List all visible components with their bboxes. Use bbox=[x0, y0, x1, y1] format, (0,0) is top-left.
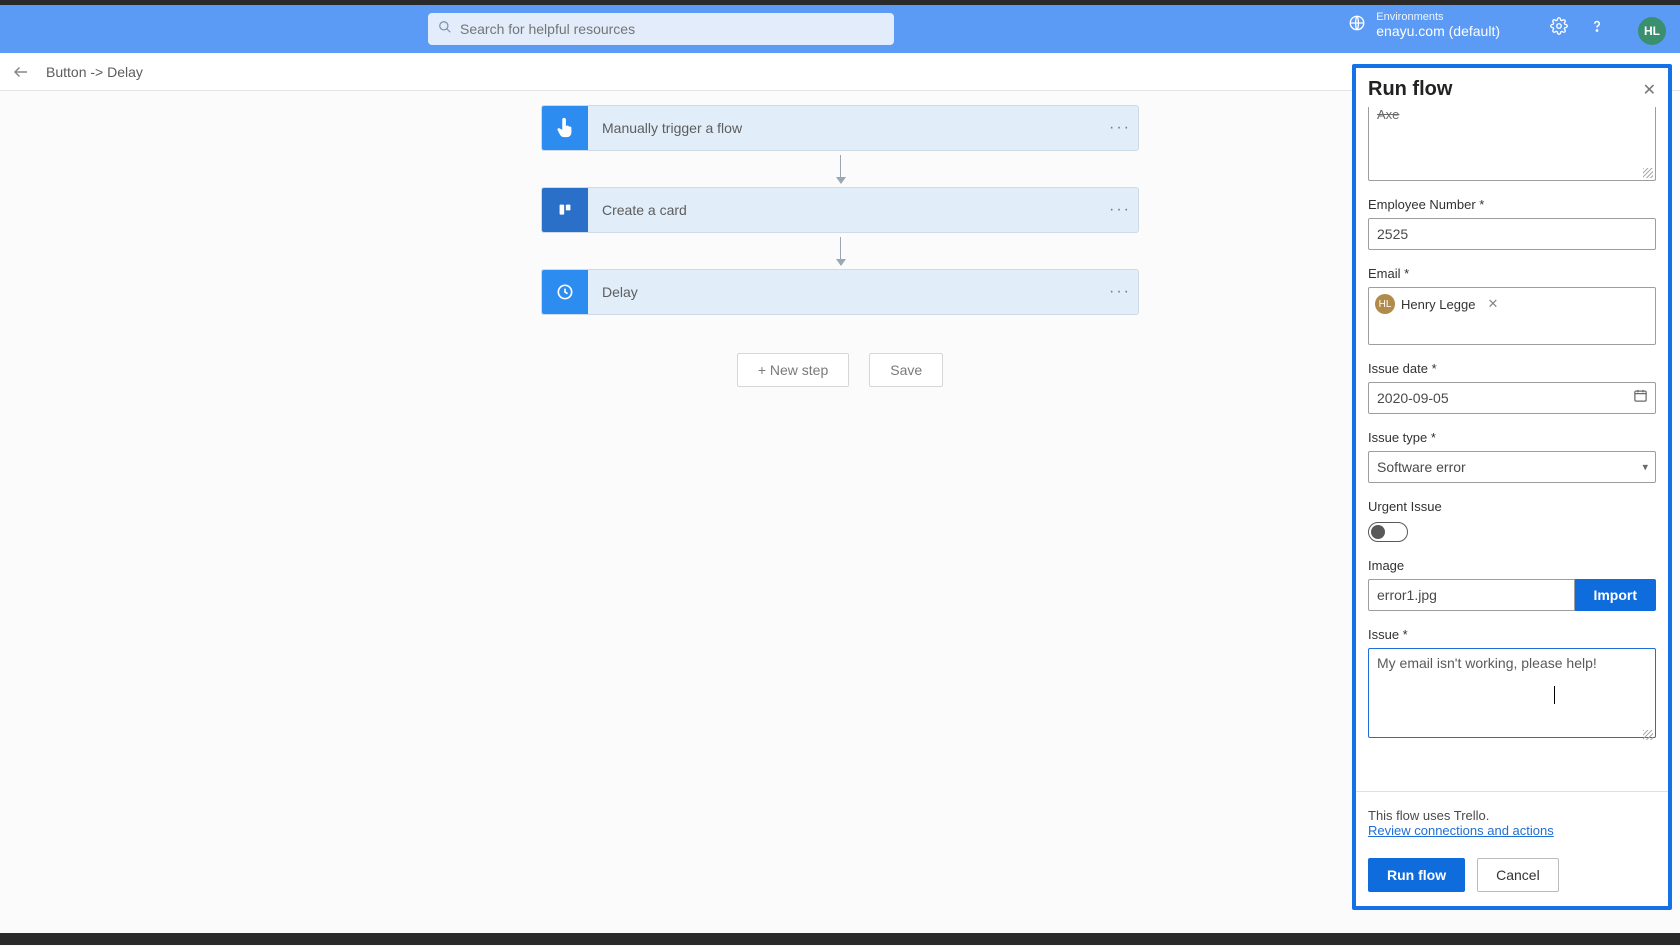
chip-remove-icon[interactable]: ✕ bbox=[1487, 296, 1498, 312]
name-field-partial[interactable]: Axe bbox=[1368, 107, 1656, 181]
global-search[interactable] bbox=[428, 13, 894, 45]
footer-note-text: This flow uses Trello. bbox=[1368, 808, 1489, 823]
search-icon bbox=[438, 20, 452, 39]
back-arrow-icon[interactable] bbox=[12, 63, 30, 81]
chip-avatar: HL bbox=[1375, 294, 1395, 314]
flow-step-delay[interactable]: Delay ··· bbox=[541, 269, 1139, 315]
flow-step-label: Manually trigger a flow bbox=[588, 120, 1102, 136]
run-flow-button[interactable]: Run flow bbox=[1368, 858, 1465, 892]
step-menu-icon[interactable]: ··· bbox=[1102, 283, 1138, 301]
environment-label: Environments bbox=[1376, 11, 1500, 23]
step-menu-icon[interactable]: ··· bbox=[1102, 201, 1138, 219]
panel-title: Run flow bbox=[1368, 78, 1452, 101]
panel-footer-note: This flow uses Trello. Review connection… bbox=[1356, 791, 1668, 848]
email-label: Email * bbox=[1368, 266, 1656, 281]
image-input[interactable] bbox=[1368, 579, 1575, 611]
resize-grip-icon[interactable] bbox=[1643, 168, 1653, 178]
people-chip: HL Henry Legge ✕ bbox=[1375, 294, 1498, 314]
flow-arrow-icon bbox=[840, 237, 841, 265]
trello-icon bbox=[542, 187, 588, 233]
new-step-button[interactable]: + New step bbox=[737, 353, 849, 387]
flow-step-label: Delay bbox=[588, 284, 1102, 300]
flow-step-create-card[interactable]: Create a card ··· bbox=[541, 187, 1139, 233]
flow-step-trigger[interactable]: Manually trigger a flow ··· bbox=[541, 105, 1139, 151]
employee-number-label: Employee Number * bbox=[1368, 197, 1656, 212]
employee-number-input[interactable] bbox=[1368, 218, 1656, 250]
environment-picker[interactable]: Environments enayu.com (default) bbox=[1348, 11, 1500, 39]
resize-grip-icon[interactable] bbox=[1643, 730, 1653, 740]
review-connections-link[interactable]: Review connections and actions bbox=[1368, 823, 1554, 838]
issue-date-input[interactable] bbox=[1368, 382, 1656, 414]
close-icon[interactable]: ✕ bbox=[1643, 80, 1656, 100]
settings-icon[interactable] bbox=[1550, 17, 1568, 40]
environment-icon bbox=[1348, 14, 1366, 37]
user-avatar[interactable]: HL bbox=[1638, 17, 1666, 45]
chevron-down-icon[interactable]: ▾ bbox=[1642, 461, 1648, 474]
help-icon[interactable] bbox=[1588, 17, 1606, 40]
email-people-picker[interactable]: HL Henry Legge ✕ bbox=[1368, 287, 1656, 345]
app-header: Environments enayu.com (default) HL bbox=[0, 5, 1680, 53]
environment-value: enayu.com (default) bbox=[1376, 23, 1500, 39]
image-label: Image bbox=[1368, 558, 1656, 573]
bottom-bar bbox=[0, 933, 1680, 945]
flow-step-label: Create a card bbox=[588, 202, 1102, 218]
urgent-toggle[interactable] bbox=[1368, 522, 1408, 542]
name-field-value: Axe bbox=[1377, 107, 1399, 122]
run-flow-panel: Run flow ✕ Axe Employee Number * Email *… bbox=[1352, 64, 1672, 910]
step-menu-icon[interactable]: ··· bbox=[1102, 119, 1138, 137]
toggle-knob bbox=[1371, 525, 1385, 539]
text-cursor bbox=[1554, 686, 1555, 704]
chip-name: Henry Legge bbox=[1401, 297, 1475, 312]
cancel-button[interactable]: Cancel bbox=[1477, 858, 1559, 892]
save-button[interactable]: Save bbox=[869, 353, 943, 387]
import-button[interactable]: Import bbox=[1575, 579, 1656, 611]
clock-icon bbox=[542, 269, 588, 315]
breadcrumb-text: Button -> Delay bbox=[46, 64, 143, 80]
issue-label: Issue * bbox=[1368, 627, 1656, 642]
issue-textarea[interactable] bbox=[1368, 648, 1656, 738]
urgent-label: Urgent Issue bbox=[1368, 499, 1656, 514]
issue-date-label: Issue date * bbox=[1368, 361, 1656, 376]
issue-type-label: Issue type * bbox=[1368, 430, 1656, 445]
issue-type-select[interactable] bbox=[1368, 451, 1656, 483]
calendar-icon[interactable] bbox=[1633, 388, 1648, 408]
search-input[interactable] bbox=[460, 21, 884, 37]
flow-arrow-icon bbox=[840, 155, 841, 183]
touch-icon bbox=[542, 105, 588, 151]
